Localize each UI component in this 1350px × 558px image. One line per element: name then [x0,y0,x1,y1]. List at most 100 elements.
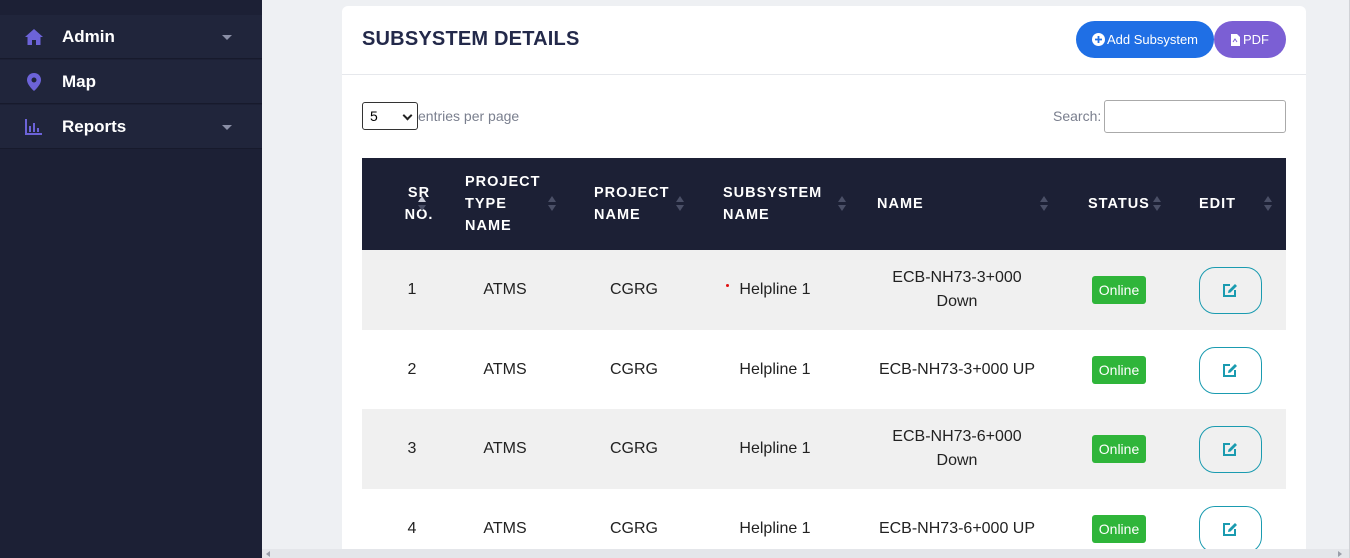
cell-project-type: ATMS [483,361,527,378]
pdf-label: PDF [1243,32,1269,47]
table-row: 2 ATMS CGRG Helpline 1 ECB-NH73-3+000 UP… [362,330,1286,410]
column-header-line: PROJECT [594,185,670,201]
cell-sr-no: 3 [407,440,417,457]
entries-per-page-label: entries per page [418,108,520,124]
sidebar-item-map[interactable]: Map [0,60,262,104]
chevron-down-icon [222,125,232,130]
cell-sr-no: 1 [407,281,417,298]
search-input[interactable] [1104,100,1286,133]
edit-button[interactable] [1198,266,1262,314]
cell-name-line: ECB-NH73-6+000 UP [878,520,1036,537]
column-header-line: NAME [465,218,512,234]
column-header-line: NAME [594,207,641,223]
sidebar-item-label: Admin [62,26,115,46]
card-header: SUBSYSTEM DETAILS Add Subsystem PDF [342,6,1306,75]
cell-project-type: ATMS [483,281,527,298]
entries-value: 5 [370,108,378,124]
cell-edit [1198,330,1262,410]
add-subsystem-label: Add Subsystem [1106,32,1199,47]
column-header-line: SUBSYSTEM [723,185,823,201]
column-header-status[interactable]: STATUS [1088,158,1158,250]
column-header-line: TYPE [465,196,507,212]
sort-icon[interactable] [418,196,426,212]
search-label: Search: [1053,108,1102,124]
pdf-button[interactable]: PDF [1214,21,1286,58]
scroll-left-icon[interactable] [266,551,270,557]
edit-icon [1222,283,1238,298]
cell-name-line: ECB-NH73-3+000 [892,269,1022,286]
pdf-file-icon [1231,33,1240,46]
column-header-line: NAME [723,207,770,223]
edit-button[interactable] [1198,425,1262,473]
sidebar-item-admin[interactable]: Admin [0,15,262,59]
cell-status: Online [1074,409,1164,489]
cell-name-line: Down [936,293,978,310]
edit-icon [1222,522,1238,537]
column-header-name[interactable]: NAME [877,158,957,250]
sort-icon[interactable] [548,196,556,212]
cell-subsystem-name: Helpline 1 [739,520,811,537]
edit-icon [1222,442,1238,457]
column-header-line: NAME [877,196,924,212]
cell-status: Online [1074,250,1164,330]
sort-icon[interactable] [1040,196,1048,212]
cell-project-name: CGRG [610,440,658,457]
sort-icon[interactable] [838,196,846,212]
edit-icon [1222,363,1238,378]
sidebar: Admin Map Reports [0,0,262,558]
cell-sr-no: 2 [407,361,417,378]
chart-icon [24,117,44,137]
cell-project-type: ATMS [483,440,527,457]
column-header-line: PROJECT [465,174,541,190]
cell-sr-no: 4 [407,520,417,537]
table-row: 3 ATMS CGRG Helpline 1 ECB-NH73-6+000 Do… [362,409,1286,489]
entries-per-page-select[interactable]: 5 [362,102,418,130]
cell-name: ECB-NH73-3+000 UP [867,330,1047,410]
home-icon [24,27,44,47]
status-badge: Online [1091,515,1147,543]
column-header-edit[interactable]: EDIT [1199,158,1259,250]
cell-name: ECB-NH73-3+000 Down [867,250,1047,330]
cell-subsystem-name: Helpline 1 [739,361,811,378]
chevron-down-icon [402,110,413,121]
cell-name-line: ECB-NH73-3+000 UP [878,361,1036,378]
subsystem-card: SUBSYSTEM DETAILS Add Subsystem PDF 5 en… [342,6,1306,558]
add-subsystem-button[interactable]: Add Subsystem [1076,21,1214,58]
cell-project-name: CGRG [610,361,658,378]
cell-name: ECB-NH73-6+000 Down [867,409,1047,489]
horizontal-scrollbar[interactable] [262,549,1350,558]
cell-name-line: ECB-NH73-6+000 [892,428,1022,445]
cell-edit [1198,489,1262,558]
column-header-project-name[interactable]: PROJECT NAME [594,158,684,250]
column-header-project-type-name[interactable]: PROJECT TYPE NAME [465,158,555,250]
sort-icon[interactable] [1153,196,1161,212]
table-header: SR NO. PROJECT TYPE NAME PROJECT NAME SU… [362,158,1286,250]
status-badge: Online [1091,276,1147,304]
status-badge: Online [1091,356,1147,384]
table-row: 4 ATMS CGRG Helpline 1 ECB-NH73-6+000 UP… [362,489,1286,558]
table-row: 1 ATMS CGRG Helpline 1 ECB-NH73-3+000 Do… [362,250,1286,330]
page-title: SUBSYSTEM DETAILS [362,28,580,50]
cell-subsystem-name: Helpline 1 [739,281,811,298]
edit-button[interactable] [1198,346,1262,394]
cell-edit [1198,250,1262,330]
cell-subsystem-name: Helpline 1 [739,440,811,457]
sort-icon[interactable] [676,196,684,212]
plus-circle-icon [1091,33,1105,46]
cell-status: Online [1074,330,1164,410]
column-header-line: EDIT [1199,196,1237,212]
cell-project-type: ATMS [483,520,527,537]
map-pin-icon [24,72,44,92]
sort-icon[interactable] [1264,196,1272,212]
sidebar-item-label: Reports [62,116,127,136]
sidebar-item-reports[interactable]: Reports [0,105,262,149]
cell-edit [1198,409,1262,489]
chevron-down-icon [222,35,232,40]
scroll-right-icon[interactable] [1338,551,1342,557]
edit-button[interactable] [1198,505,1262,553]
sidebar-item-label: Map [62,71,96,91]
cell-project-name: CGRG [610,281,658,298]
cell-project-name: CGRG [610,520,658,537]
cell-name-line: Down [936,452,978,469]
column-header-subsystem-name[interactable]: SUBSYSTEM NAME [723,158,833,250]
